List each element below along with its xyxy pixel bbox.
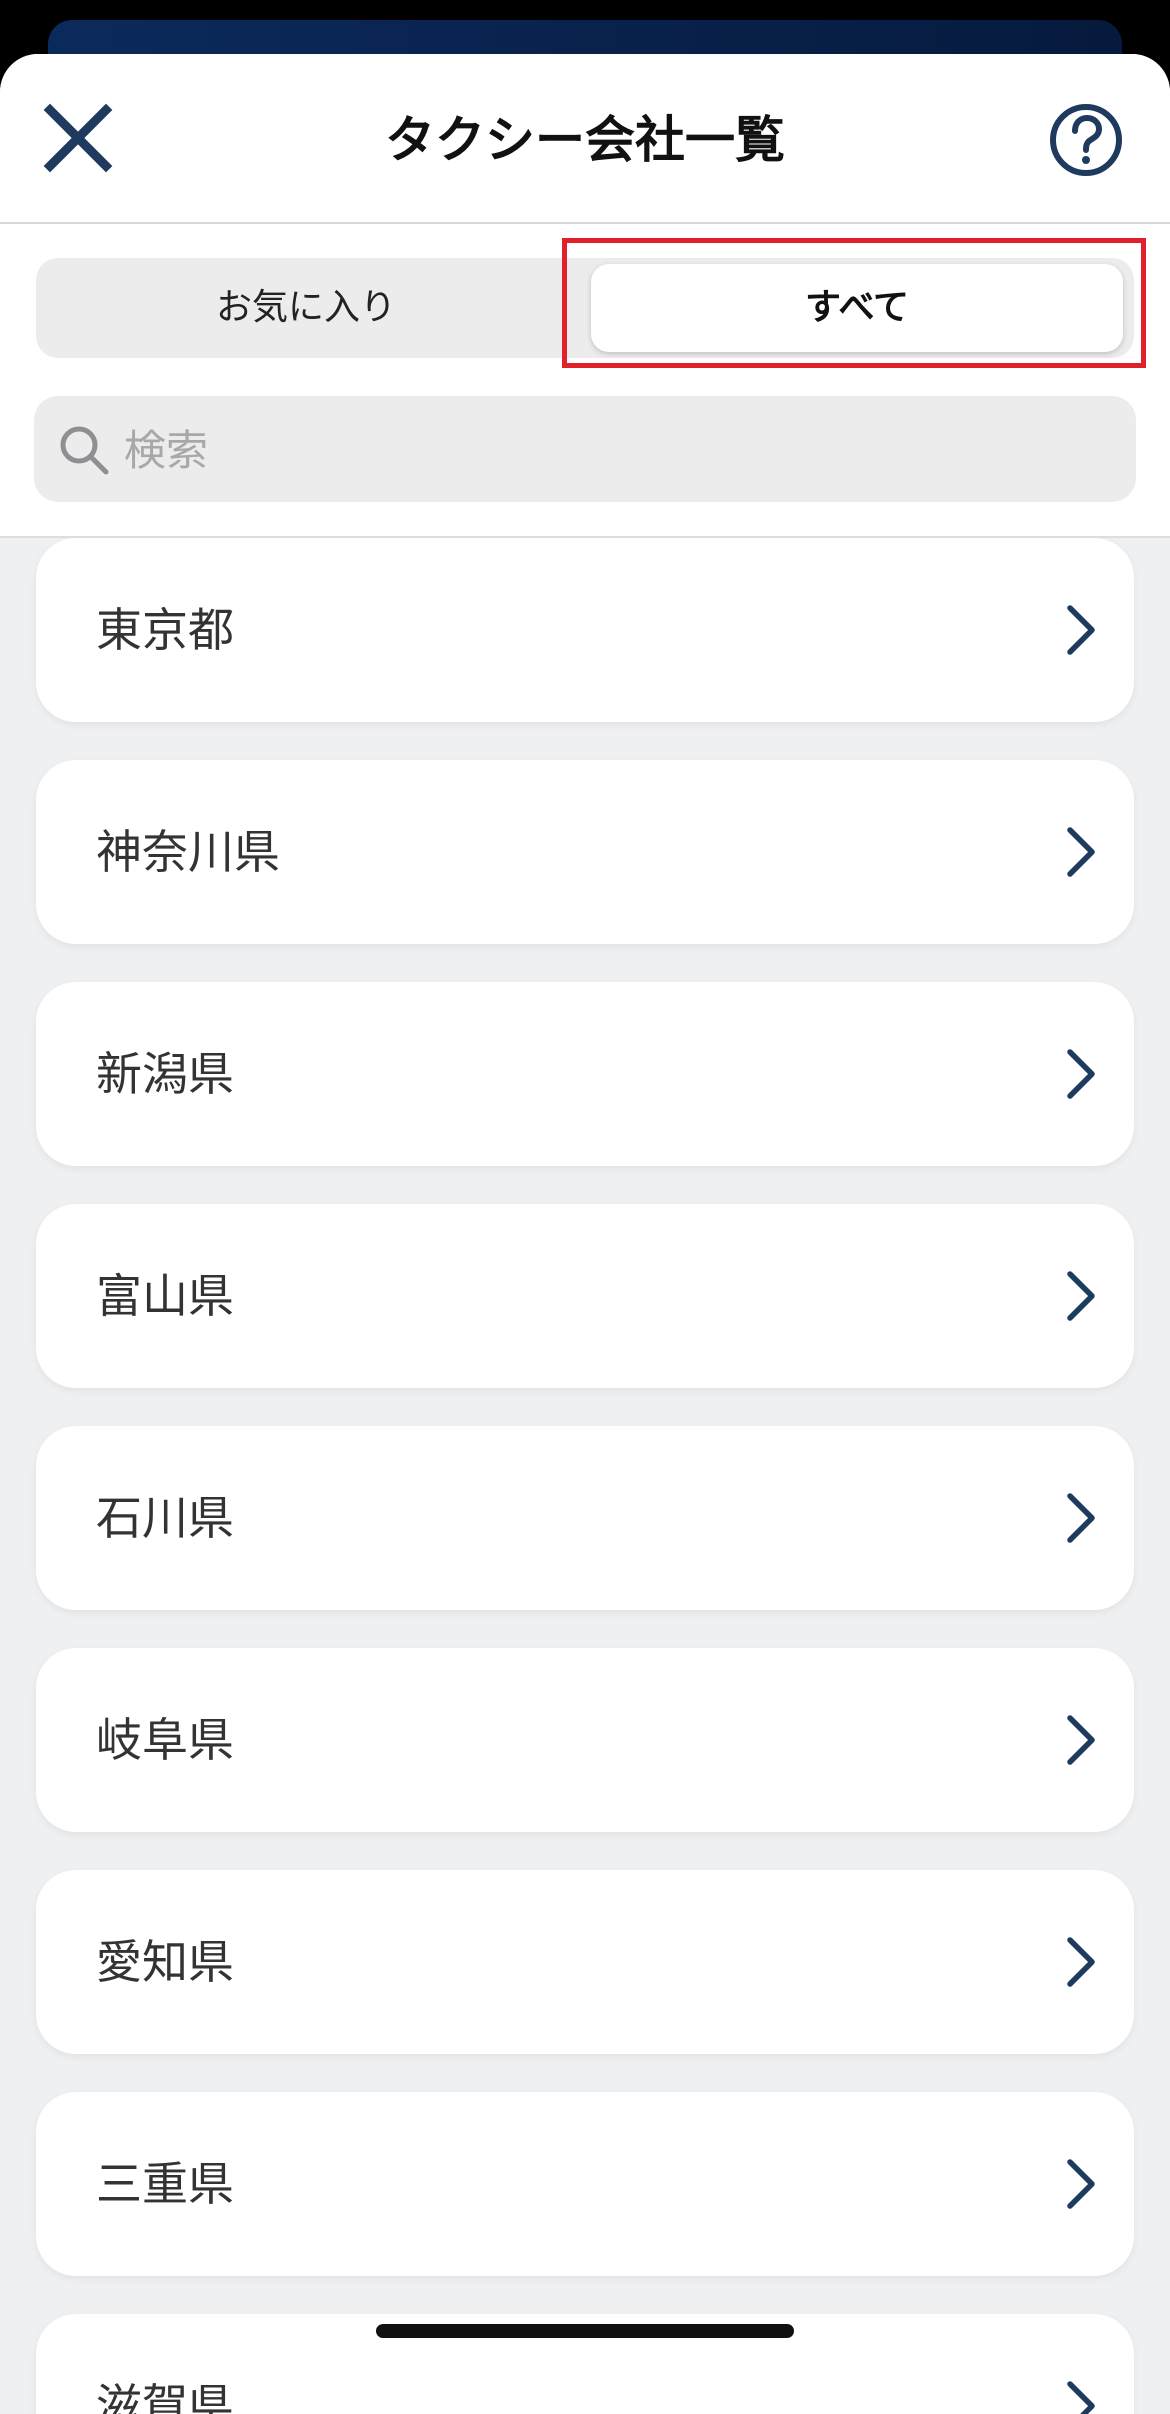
list-item-label: 富山県 <box>96 1269 234 1323</box>
list-item[interactable]: 新潟県 <box>36 982 1134 1166</box>
chevron-right-icon <box>1067 2381 1095 2414</box>
chevron-right-icon <box>1067 827 1095 877</box>
chevron-right-icon <box>1067 1937 1095 1987</box>
list-item-label: 新潟県 <box>96 1047 234 1101</box>
list-item-label: 愛知県 <box>96 1935 234 1989</box>
home-indicator <box>376 2324 794 2338</box>
chevron-right-icon <box>1067 1715 1095 1765</box>
segmented-control: お気に入り すべて <box>36 258 1134 358</box>
search-icon <box>60 426 109 475</box>
page-title: タクシー会社一覧 <box>385 111 785 169</box>
list-item[interactable]: 石川県 <box>36 1426 1134 1610</box>
header: タクシー会社一覧 <box>0 54 1170 224</box>
prefecture-list: 東京都 神奈川県 新潟県 富山県 石川県 岐阜県 愛知県 三重県 滋賀県 <box>0 536 1170 2414</box>
list-item[interactable]: 三重県 <box>36 2092 1134 2276</box>
list-item[interactable]: 富山県 <box>36 1204 1134 1388</box>
taxi-company-sheet: タクシー会社一覧 お気に入り すべて 東京都 神奈川県 新潟 <box>0 54 1170 2414</box>
chevron-right-icon <box>1067 1271 1095 1321</box>
list-item-label: 東京都 <box>96 603 234 657</box>
list-item[interactable]: 東京都 <box>36 538 1134 722</box>
list-item[interactable]: 岐阜県 <box>36 1648 1134 1832</box>
list-item[interactable]: 神奈川県 <box>36 760 1134 944</box>
help-button[interactable] <box>1046 100 1126 180</box>
chevron-right-icon <box>1067 1049 1095 1099</box>
list-item-label: 神奈川県 <box>96 825 280 879</box>
top-strip <box>0 0 1170 80</box>
list-item-label: 石川県 <box>96 1491 234 1545</box>
search-bar <box>34 396 1136 504</box>
chevron-right-icon <box>1067 2159 1095 2209</box>
list-item[interactable]: 愛知県 <box>36 1870 1134 2054</box>
list-item-label: 三重県 <box>96 2157 234 2211</box>
tab-favorites[interactable]: お気に入り <box>36 258 576 358</box>
chevron-right-icon <box>1067 1493 1095 1543</box>
list-item-label: 岐阜県 <box>96 1713 234 1767</box>
search-input[interactable] <box>122 396 1106 504</box>
chevron-right-icon <box>1067 605 1095 655</box>
question-circle-icon <box>1050 104 1122 176</box>
tab-all[interactable]: すべて <box>591 264 1123 352</box>
list-item-label: 滋賀県 <box>96 2379 234 2414</box>
